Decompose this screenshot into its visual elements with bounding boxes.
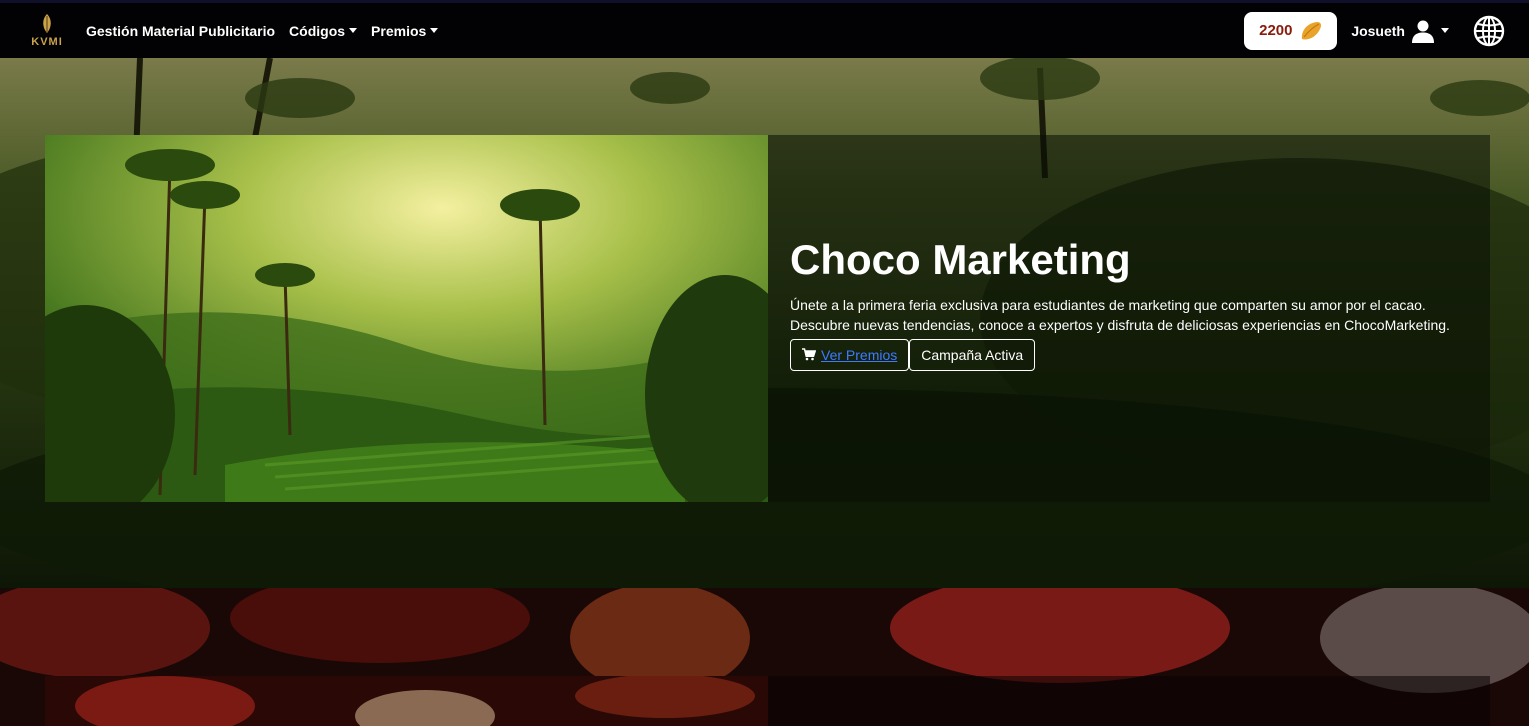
nav-link-codigos[interactable]: Códigos	[289, 22, 358, 39]
nav-right: 2200 Josueth	[1244, 11, 1505, 50]
campaign-description: Únete a la primera feria exclusiva para …	[790, 296, 1450, 333]
points-badge: 2200	[1244, 11, 1338, 50]
campaign-status-label: Campaña Activa	[921, 346, 1024, 363]
cacao-leaf-icon	[43, 13, 51, 33]
globe-icon[interactable]	[1473, 15, 1505, 47]
user-name: Josueth	[1351, 22, 1405, 39]
brand-name: KVMI	[31, 35, 63, 48]
jungle-plantation-image	[45, 135, 768, 502]
campaign-actions: Ver Premios Campaña Activa	[790, 338, 1468, 371]
nav-link-label: Premios	[371, 22, 427, 39]
nav-link-label: Gestión Material Publicitario	[86, 22, 276, 39]
next-campaign-section	[0, 588, 1529, 726]
nav-link-label: Códigos	[289, 22, 346, 39]
view-prizes-label: Ver Premios	[821, 346, 898, 363]
points-value: 2200	[1259, 22, 1293, 39]
nav-links: Gestión Material Publicitario Códigos Pr…	[86, 22, 439, 39]
caret-down-icon	[349, 28, 358, 33]
campaign-card-body: Choco Marketing Únete a la primera feria…	[768, 135, 1490, 502]
navbar: KVMI Gestión Material Publicitario Códig…	[0, 0, 1529, 58]
nav-link-material-publicitario[interactable]: Gestión Material Publicitario	[86, 23, 275, 39]
view-prizes-button[interactable]: Ver Premios	[790, 338, 910, 371]
campaign-section: Choco Marketing Únete a la primera feria…	[0, 58, 1529, 588]
next-campaign-card-body	[768, 676, 1490, 726]
caret-down-icon	[430, 28, 439, 33]
caret-down-icon	[1441, 28, 1449, 33]
user-icon	[1412, 20, 1434, 43]
cacao-pods-image	[45, 676, 768, 726]
campaign-status-badge: Campaña Activa	[909, 338, 1036, 371]
campaign-title: Choco Marketing	[790, 236, 1131, 284]
next-campaign-card	[45, 676, 1490, 726]
campaign-image	[45, 135, 768, 502]
nav-link-premios[interactable]: Premios	[371, 22, 439, 39]
campaign-card: Choco Marketing Únete a la primera feria…	[45, 135, 1490, 502]
brand-logo[interactable]: KVMI	[24, 8, 70, 54]
cart-icon	[802, 348, 816, 361]
next-campaign-image	[45, 676, 768, 726]
cacao-pod-icon	[1301, 21, 1321, 39]
user-menu[interactable]: Josueth	[1351, 19, 1449, 43]
